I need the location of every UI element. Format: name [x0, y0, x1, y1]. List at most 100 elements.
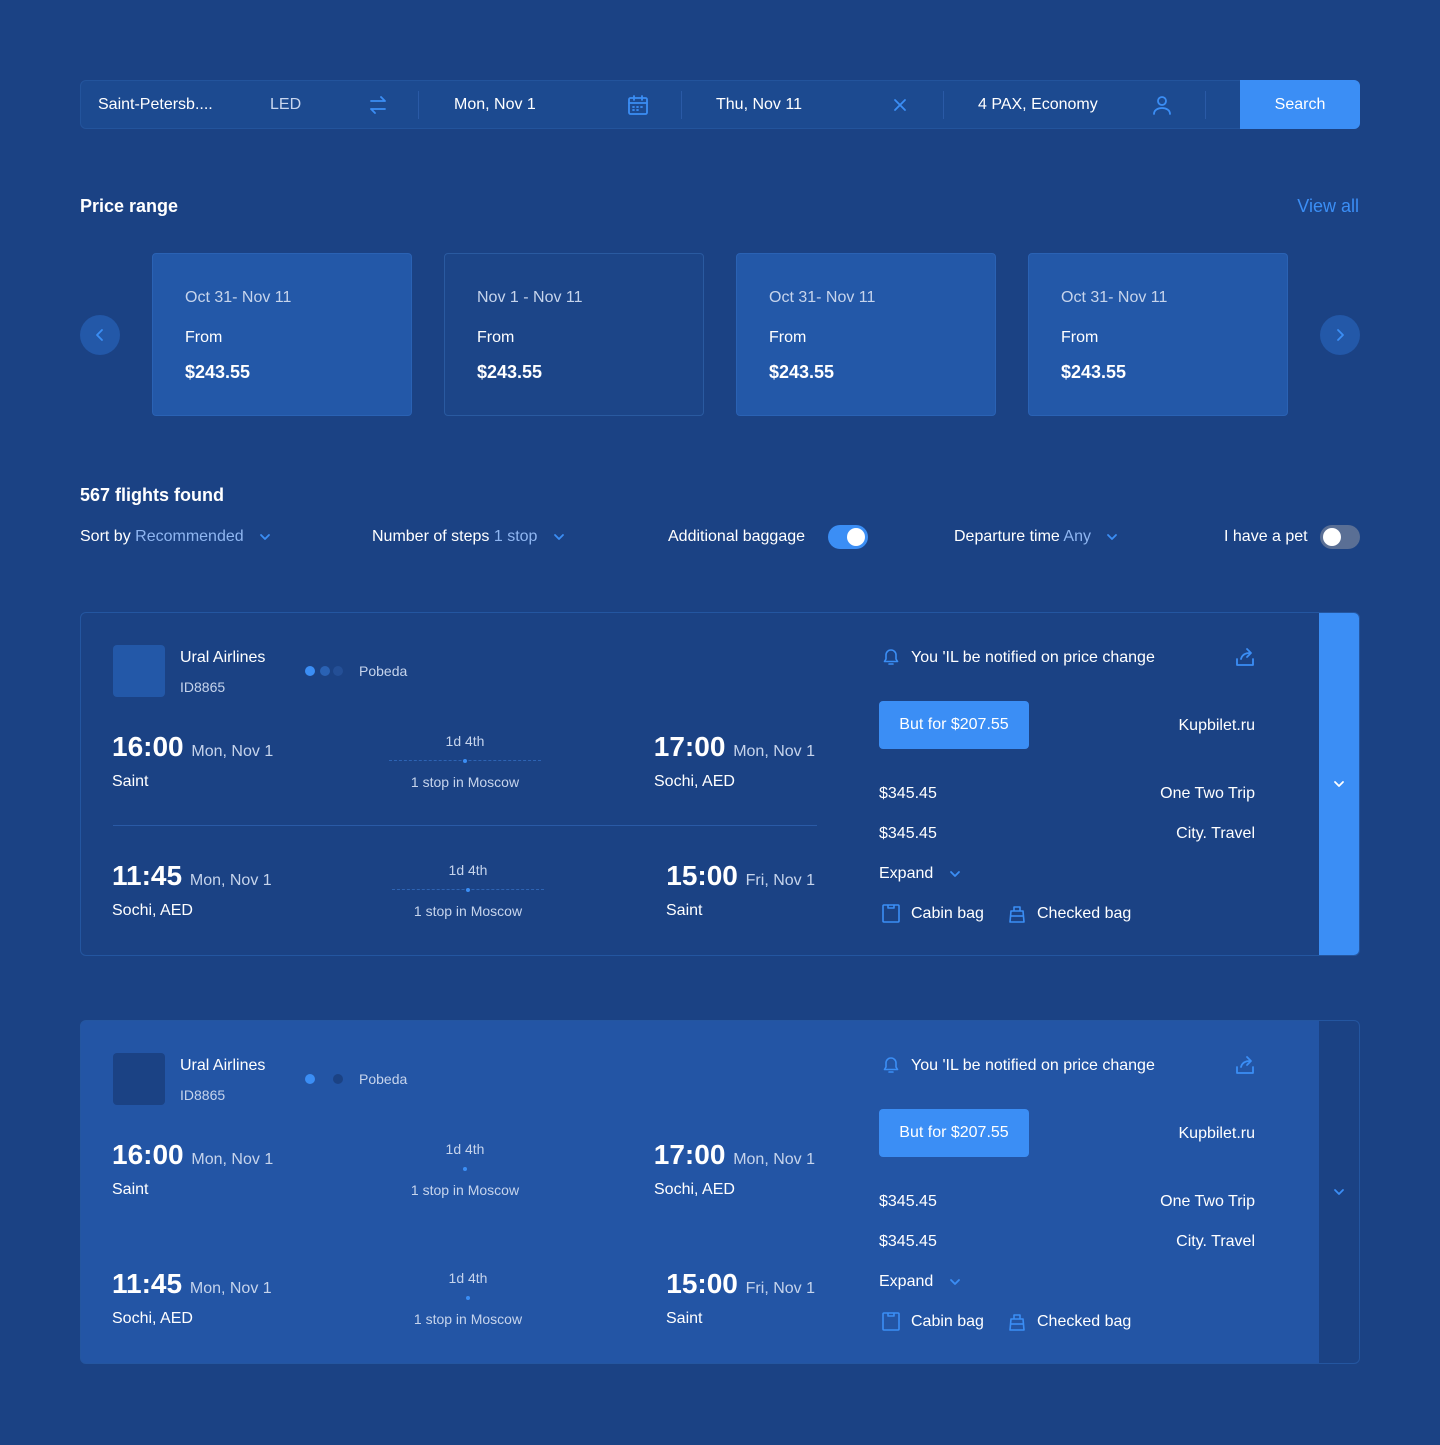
pet-filter-label: I have a pet	[1224, 528, 1308, 545]
share-icon[interactable]	[1233, 1053, 1257, 1077]
departure-place: Sochi, AED	[112, 1310, 193, 1327]
price-card-dates: Oct 31- Nov 11	[1061, 289, 1168, 306]
stop-dot	[463, 1167, 467, 1171]
price-card[interactable]: Oct 31- Nov 11 From $243.55	[1028, 253, 1288, 416]
departure-filter[interactable]: Departure time Any	[954, 525, 1119, 549]
arrival-date: Fri, Nov 1	[745, 872, 815, 889]
carousel-prev-button[interactable]	[80, 315, 120, 355]
price-notify-text: You 'IL be notified on price change	[911, 649, 1155, 666]
offer-vendor[interactable]: City. Travel	[1176, 1233, 1255, 1251]
from-code: LED	[270, 96, 302, 113]
toggle-knob	[847, 528, 865, 546]
expand-side-button[interactable]	[1319, 1021, 1359, 1363]
offer-vendor[interactable]: One Two Trip	[1160, 1193, 1255, 1211]
depart-date-input[interactable]: Mon, Nov 1	[454, 81, 536, 128]
stops-info: 1 stop in Moscow	[410, 1182, 520, 1198]
sort-value: Recommended	[135, 528, 244, 545]
stop-dot	[466, 888, 470, 892]
flight-card[interactable]: Ural Airlines ID8865 Pobeda 16:00 Mon, N…	[80, 612, 1360, 956]
sort-filter[interactable]: Sort by Recommended	[80, 525, 272, 549]
arrival-date: Fri, Nov 1	[745, 1280, 815, 1297]
checked-bag-icon	[1009, 906, 1025, 923]
cabin-bag-icon	[882, 1312, 900, 1331]
departure-date: Mon, Nov 1	[191, 743, 274, 760]
chevron-right-icon	[1337, 329, 1344, 341]
separator	[418, 91, 419, 119]
stop-dot	[463, 759, 467, 763]
flight-id: ID8865	[180, 679, 226, 695]
arrival-date: Mon, Nov 1	[733, 743, 815, 760]
steps-filter[interactable]: Number of steps 1 stop	[372, 525, 566, 549]
arrival-place: Sochi, AED	[654, 773, 735, 790]
expand-side-button[interactable]	[1319, 613, 1359, 955]
checked-bag-label: Checked bag	[1037, 905, 1132, 922]
airline-logo	[113, 1053, 165, 1105]
departure-value: Any	[1063, 528, 1091, 545]
price-card-from: From	[769, 329, 807, 346]
arrival-time: 17:00 Mon, Nov 1	[654, 1139, 815, 1171]
share-icon[interactable]	[1233, 645, 1257, 669]
offer-price: $345.45	[879, 1193, 937, 1210]
checked-bag-icon	[1009, 1314, 1025, 1331]
arrival-time-value: 17:00	[653, 1139, 726, 1170]
price-card[interactable]: Nov 1 - Nov 11 From $243.55	[444, 253, 704, 416]
chevron-down-icon	[1107, 533, 1118, 540]
arrival-time: 15:00 Fri, Nov 1	[666, 1268, 815, 1300]
baggage-toggle[interactable]	[828, 525, 868, 549]
departure-time-value: 11:45	[112, 860, 183, 891]
offer-vendor[interactable]: City. Travel	[1176, 825, 1255, 843]
arrival-time: 17:00 Mon, Nov 1	[654, 731, 815, 763]
price-card[interactable]: Oct 31- Nov 11 From $243.55	[152, 253, 412, 416]
partner-name: Pobeda	[359, 1071, 408, 1087]
departure-time: 16:00 Mon, Nov 1	[112, 1139, 273, 1171]
swap-icon[interactable]	[366, 93, 390, 117]
pet-toggle[interactable]	[1320, 525, 1360, 549]
bell-icon	[883, 1057, 899, 1073]
stops-info: 1 stop in Moscow	[410, 774, 520, 790]
divider	[113, 825, 817, 826]
passengers-input[interactable]: 4 PAX, Economy	[978, 81, 1098, 128]
arrival-date: Mon, Nov 1	[733, 1151, 815, 1168]
checked-bag-label: Checked bag	[1037, 1313, 1132, 1330]
departure-time: 16:00 Mon, Nov 1	[112, 731, 273, 763]
price-card-price: $243.55	[477, 362, 543, 382]
arrival-time: 15:00 Fri, Nov 1	[666, 860, 815, 892]
chevron-down-icon	[260, 533, 270, 540]
departure-date: Mon, Nov 1	[189, 872, 272, 889]
partner-dot	[333, 666, 343, 676]
search-button[interactable]: Search	[1240, 80, 1360, 129]
close-icon[interactable]	[888, 93, 912, 117]
from-city-input[interactable]: Saint-Petersb....	[98, 81, 213, 128]
carousel-next-button[interactable]	[1320, 315, 1360, 355]
partner-dot	[333, 1074, 343, 1084]
buy-button[interactable]: But for $207.55	[879, 1109, 1029, 1157]
expand-toggle[interactable]: Expand	[879, 1273, 962, 1291]
chevron-down-icon	[949, 1278, 960, 1285]
expand-toggle[interactable]: Expand	[879, 865, 962, 883]
view-all-link[interactable]: View all	[1297, 196, 1359, 217]
separator	[681, 91, 682, 119]
price-card-from: From	[185, 329, 223, 346]
price-card-price: $243.55	[185, 362, 251, 382]
buy-button[interactable]: But for $207.55	[879, 701, 1029, 749]
calendar-icon[interactable]	[626, 93, 650, 117]
user-icon[interactable]	[1150, 93, 1174, 117]
offer-vendor[interactable]: One Two Trip	[1160, 785, 1255, 803]
flight-id: ID8865	[180, 1087, 226, 1103]
expand-label: Expand	[879, 865, 934, 882]
return-date-input[interactable]: Thu, Nov 11	[716, 81, 802, 128]
price-card-from: From	[1061, 329, 1099, 346]
arrival-time-value: 15:00	[666, 860, 738, 891]
price-card[interactable]: Oct 31- Nov 11 From $243.55	[736, 253, 996, 416]
cabin-bag-icon	[882, 904, 900, 923]
chevron-down-icon	[553, 533, 564, 540]
baggage-filter-label: Additional baggage	[668, 528, 806, 545]
duration: 1d 4th	[448, 862, 488, 878]
flight-card[interactable]: Ural Airlines ID8865 Pobeda 16:00 Mon, N…	[80, 1020, 1360, 1364]
expand-label: Expand	[879, 1273, 934, 1290]
airline-name: Ural Airlines	[180, 1057, 266, 1074]
partner-name: Pobeda	[359, 663, 408, 679]
cabin-bag-label: Cabin bag	[911, 1313, 984, 1330]
chevron-left-icon	[96, 329, 103, 341]
arrival-place: Saint	[666, 1310, 703, 1327]
